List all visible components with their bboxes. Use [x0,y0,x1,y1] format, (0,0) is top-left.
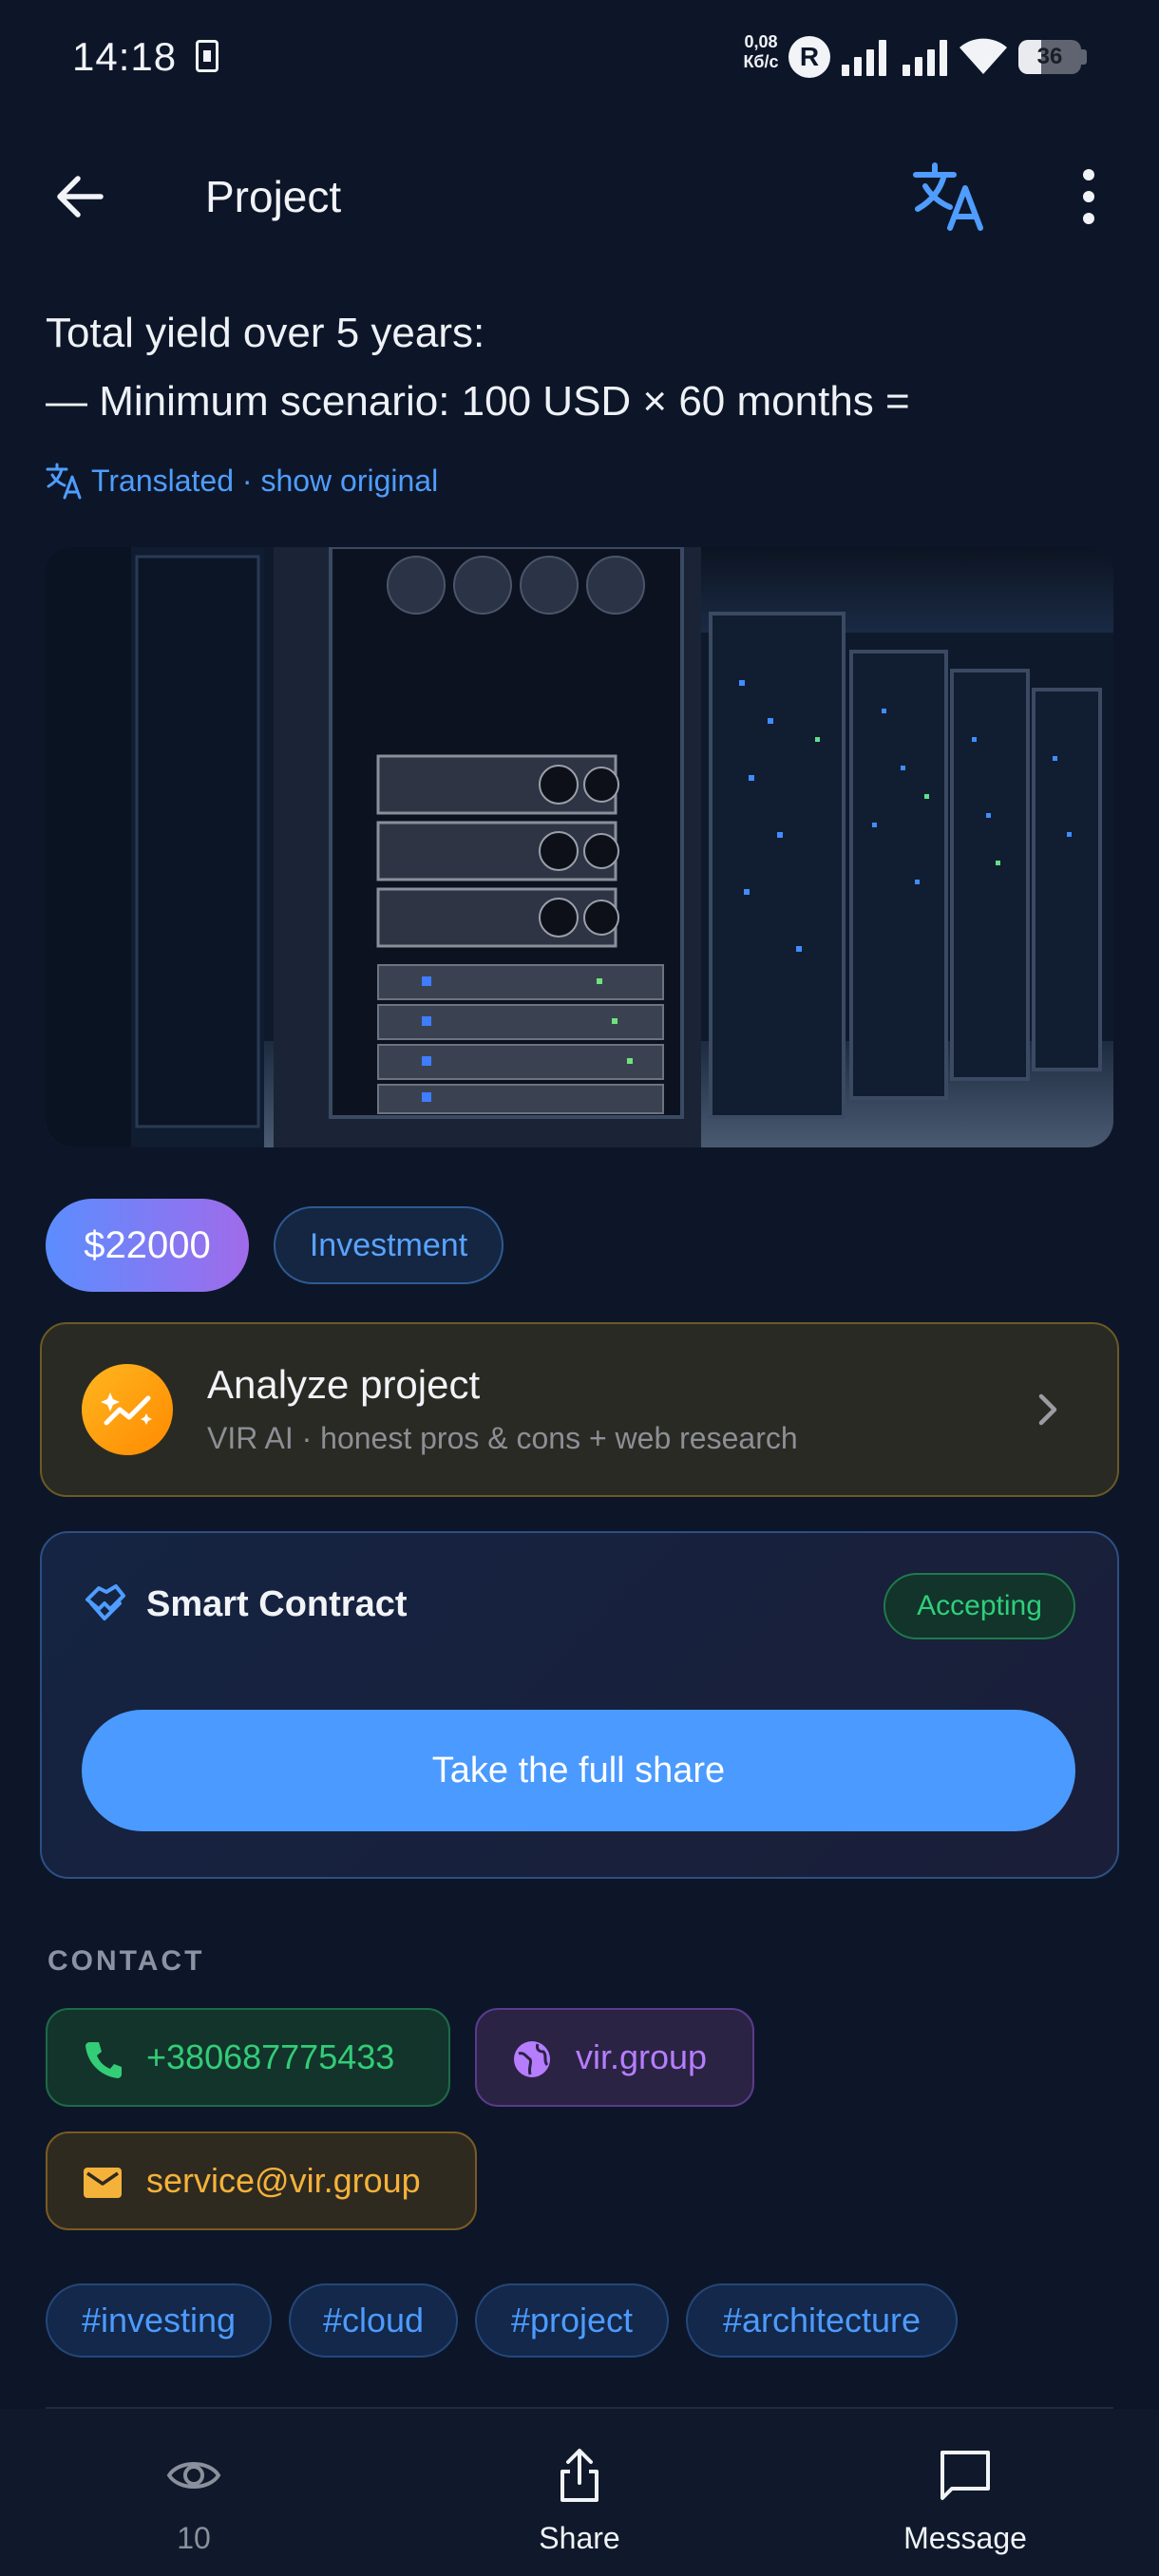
eye-icon [166,2462,221,2489]
tag-chip[interactable]: #architecture [686,2283,958,2358]
translate-icon [913,162,983,231]
battery-level: 36 [1036,44,1063,69]
page-title: Project [205,172,342,221]
network-speed-unit: Кб/с [743,52,779,71]
status-bar: 14:18 0,08 Кб/с R 36 [0,0,1159,114]
sparkle-chart-icon [101,1392,152,1426]
email-address: service@vir.group [146,2161,421,2200]
price-chip: $22000 [46,1199,249,1292]
take-full-share-button[interactable]: Take the full share [82,1710,1075,1831]
battery-nub [1081,49,1087,65]
phone-icon [86,2042,122,2078]
message-icon [940,2451,990,2500]
share-button[interactable]: Share [466,2447,694,2561]
more-vert-icon [1083,169,1094,224]
show-original-link[interactable]: Translated · show original [91,464,438,499]
mail-icon [84,2168,122,2198]
message-label: Message [903,2521,1027,2555]
analyze-project-card[interactable] [40,1322,1119,1497]
status-time: 14:18 [72,34,178,79]
back-arrow-icon [57,176,104,218]
contract-title: Smart Contract [146,1584,408,1624]
share-icon [560,2449,598,2502]
email-chip[interactable]: service@vir.group [46,2131,477,2230]
tag-chip[interactable]: #cloud [289,2283,458,2358]
more-options-button[interactable] [1064,163,1113,230]
server-room-illustration [46,547,1113,1147]
description-line-2: — Minimum scenario: 100 USD × 60 months … [46,378,910,425]
chevron-right-icon [1038,1393,1057,1426]
tag-chip[interactable]: #investing [46,2283,272,2358]
share-label: Share [539,2521,620,2555]
battery-icon: 36 [1018,40,1081,74]
signal-icon [902,38,948,76]
wifi-icon [960,38,1007,74]
description-line-1: Total yield over 5 years: [46,310,485,356]
message-button[interactable]: Message [851,2447,1079,2561]
network-speed: 0,08 Кб/с [739,32,783,72]
status-badge: Accepting [884,1573,1075,1639]
globe-icon [514,2041,550,2077]
project-image [46,547,1113,1147]
back-button[interactable] [48,163,114,230]
views-counter: 10 [80,2447,308,2561]
category-chip[interactable]: Investment [274,1206,504,1284]
tag-chip[interactable]: #project [475,2283,669,2358]
phone-number: +380687775433 [146,2037,395,2076]
ai-analyze-icon [82,1364,173,1455]
phone-chip[interactable]: +380687775433 [46,2008,450,2107]
translate-button[interactable] [912,161,988,232]
sim-card-icon [196,40,218,72]
handshake-icon [86,1584,125,1620]
website-link: vir.group [576,2037,708,2076]
network-speed-value: 0,08 [744,32,778,51]
website-chip[interactable]: vir.group [475,2008,754,2107]
contact-section-label: CONTACT [48,1945,205,1977]
views-count: 10 [177,2521,211,2555]
roaming-icon: R [788,36,830,78]
analyze-title: Analyze project [207,1362,481,1407]
analyze-subtitle: VIR AI · honest pros & cons + web resear… [207,1421,798,1455]
translate-small-icon [46,463,82,500]
signal-icon [842,38,887,76]
